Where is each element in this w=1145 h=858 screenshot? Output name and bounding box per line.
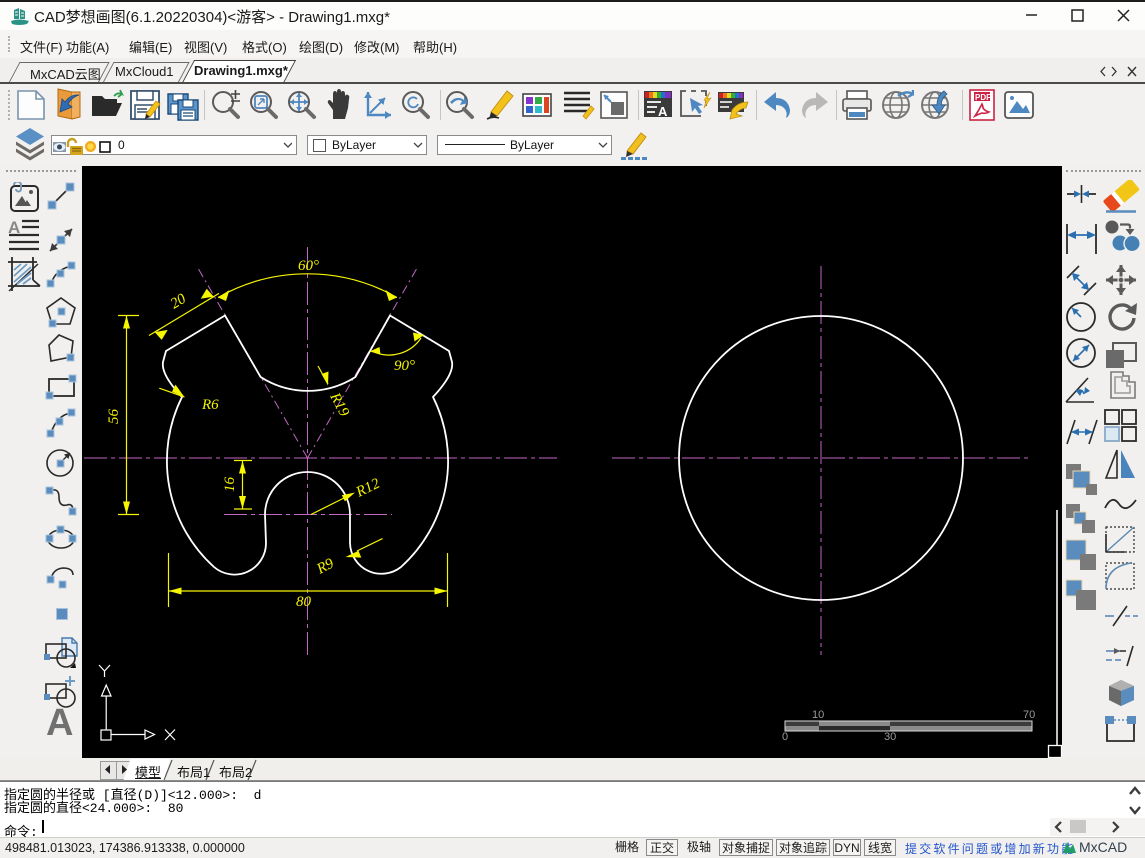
svg-text:PDF: PDF — [975, 93, 991, 102]
svg-text:R9: R9 — [313, 555, 337, 578]
svg-text:56: 56 — [106, 409, 122, 425]
svg-text:80: 80 — [296, 594, 312, 610]
svg-text:16: 16 — [222, 477, 238, 493]
svg-text:60°: 60° — [298, 258, 319, 274]
svg-text:0: 0 — [782, 731, 788, 743]
svg-text:R19: R19 — [326, 389, 352, 419]
svg-text:90°: 90° — [394, 358, 415, 374]
svg-text:R6: R6 — [201, 397, 219, 413]
svg-text:10: 10 — [812, 709, 824, 721]
svg-text:70: 70 — [1023, 709, 1035, 721]
svg-text:R12: R12 — [353, 475, 383, 501]
svg-text:A: A — [658, 104, 668, 119]
svg-text:20: 20 — [168, 291, 190, 313]
svg-text:30: 30 — [884, 731, 896, 743]
